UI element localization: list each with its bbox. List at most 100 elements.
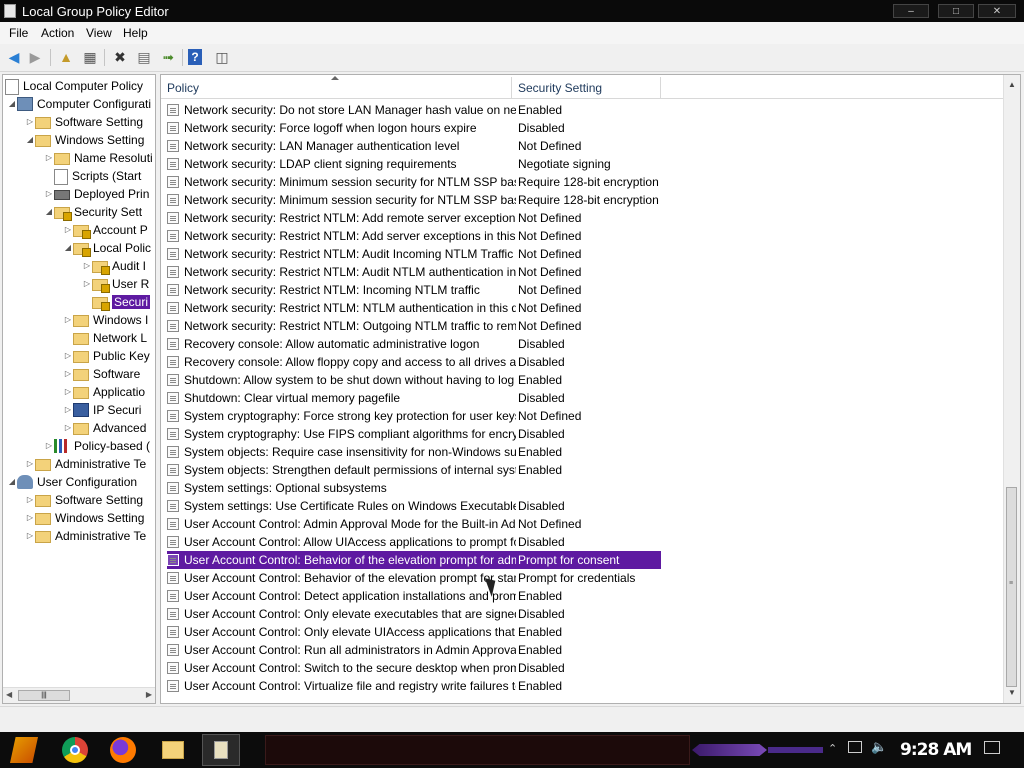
expand-arrow-icon[interactable]: ▷ [63,311,73,329]
expand-arrow-icon[interactable]: ▷ [63,347,73,365]
collapse-arrow-icon[interactable]: ◢ [63,239,73,257]
tree-item-security-settings[interactable]: ◢ Security Sett [44,203,142,221]
expand-arrow-icon[interactable]: ▷ [82,257,92,275]
volume-icon[interactable]: 🔈 [871,739,887,755]
file-explorer-icon[interactable] [162,741,184,759]
forward-icon[interactable]: ▶ [25,48,45,66]
action-center-icon[interactable] [984,741,1000,754]
tree-item-computer-configuration[interactable]: ◢ Computer Configurati [7,95,151,113]
policy-name: Network security: Minimum session securi… [184,175,516,189]
policy-row-selected[interactable]: User Account Control: Behavior of the el… [167,551,661,569]
tree-item-software-restriction[interactable]: ▷ Software [63,365,140,383]
tree-item-ip-security[interactable]: ▷ IP Securi [63,401,141,419]
tree-item-application-control[interactable]: ▷ Applicatio [63,383,145,401]
maximize-button[interactable]: □ [938,4,974,18]
tree-item-scripts[interactable]: Scripts (Start [44,167,141,185]
policy-setting-icon [167,194,179,206]
tree-item-audit-policy[interactable]: ▷ Audit I [82,257,146,275]
policy-setting-value: Enabled [518,445,563,459]
expand-arrow-icon[interactable]: ▷ [44,185,54,203]
expand-arrow-icon[interactable]: ▷ [25,527,35,545]
expand-arrow-icon[interactable]: ▷ [25,509,35,527]
tree-item-user-windows-settings[interactable]: ▷ Windows Setting [25,509,144,527]
start-icon[interactable] [10,737,38,763]
properties-icon[interactable]: ▤ [134,48,154,66]
export-list-icon[interactable]: ➟ [158,48,178,66]
show-hide-tree-icon[interactable]: ▦ [80,48,100,66]
tree-item-user-rights-assignment[interactable]: ▷ User R [82,275,149,293]
menu-help[interactable]: Help [123,26,148,40]
menu-view[interactable]: View [86,26,112,40]
menu-action[interactable]: Action [41,26,74,40]
expand-arrow-icon[interactable]: ▷ [82,275,92,293]
tree-item-deployed-printers[interactable]: ▷ Deployed Prin [44,185,149,203]
tree-item-local-computer-policy[interactable]: Local Computer Policy [5,77,143,95]
tree-item-windows-firewall[interactable]: ▷ Windows I [63,311,148,329]
collapse-arrow-icon[interactable]: ◢ [25,131,35,149]
policy-name: System cryptography: Force strong key pr… [184,409,516,423]
collapse-arrow-icon[interactable]: ◢ [7,95,17,113]
expand-arrow-icon[interactable]: ▷ [44,149,54,167]
expand-arrow-icon[interactable]: ▷ [63,383,73,401]
tree-item-user-configuration[interactable]: ◢ User Configuration [7,473,137,491]
folder-icon [35,531,51,543]
policy-setting-icon [167,572,179,584]
expand-arrow-icon[interactable]: ▷ [25,455,35,473]
scroll-up-icon[interactable]: ▲ [1004,77,1020,93]
folder-icon [73,369,89,381]
policy-setting-icon [167,212,179,224]
list-vertical-scrollbar[interactable]: ▲ ≡ ▼ [1003,75,1020,703]
chrome-icon[interactable] [62,737,88,763]
policy-name: Network security: Force logoff when logo… [184,121,477,135]
folder-icon [73,333,89,345]
expand-arrow-icon[interactable]: ▷ [63,419,73,437]
scroll-thumb[interactable] [1006,487,1017,687]
menu-file[interactable]: File [9,26,28,40]
back-icon[interactable]: ◀ [4,48,24,66]
tree-item-policy-based-qos[interactable]: ▷ Policy-based ( [44,437,150,455]
tree-item-local-policies[interactable]: ◢ Local Polic [63,239,151,257]
policy-setting-value: Not Defined [518,319,582,333]
collapse-arrow-icon[interactable]: ◢ [7,473,17,491]
tree-item-advanced-audit[interactable]: ▷ Advanced [63,419,146,437]
close-button[interactable]: ✕ [978,4,1016,18]
tree-item-user-software-settings[interactable]: ▷ Software Setting [25,491,143,509]
delete-icon[interactable]: ✖ [110,48,130,66]
expand-arrow-icon[interactable]: ▷ [25,113,35,131]
tree-item-name-resolution[interactable]: ▷ Name Resoluti [44,149,153,167]
toolbar-separator [104,49,105,66]
scroll-thumb[interactable]: ||| [18,690,70,701]
show-console-icon[interactable]: ◫ [212,48,232,66]
group-policy-taskbar-button[interactable] [202,734,240,766]
show-hidden-icons[interactable]: ⌃ [828,742,837,755]
tree-item-account-policies[interactable]: ▷ Account P [63,221,148,239]
firefox-icon[interactable] [110,737,136,763]
collapse-arrow-icon[interactable]: ◢ [44,203,54,221]
tree-item-windows-settings[interactable]: ◢ Windows Setting [25,131,144,149]
tree-item-network-list[interactable]: Network L [63,329,147,347]
scroll-right-icon[interactable]: ▶ [146,690,152,699]
policy-name: System cryptography: Use FIPS compliant … [184,427,516,441]
tree-item-security-options[interactable]: Securi [82,293,151,311]
minimize-button[interactable]: – [893,4,929,18]
expand-arrow-icon[interactable]: ▷ [63,401,73,419]
network-icon[interactable] [848,741,862,753]
policy-setting-icon [167,248,179,260]
scroll-left-icon[interactable]: ◀ [6,690,12,699]
tree-horizontal-scrollbar[interactable]: ◀ ||| ▶ [3,687,155,703]
scroll-down-icon[interactable]: ▼ [1004,685,1020,701]
expand-arrow-icon[interactable]: ▷ [44,437,54,455]
up-folder-icon[interactable]: ▲ [56,48,76,66]
expand-arrow-icon[interactable]: ▷ [25,491,35,509]
expand-arrow-icon[interactable]: ▷ [63,365,73,383]
tree-item-user-administrative-templates[interactable]: ▷ Administrative Te [25,527,146,545]
column-header-policy[interactable]: Policy [161,76,512,99]
help-icon[interactable]: ? [188,49,202,65]
tree-item-software-settings[interactable]: ▷ Software Setting [25,113,143,131]
taskbar-clock[interactable]: 9:28 AM [900,740,972,760]
expand-arrow-icon[interactable]: ▷ [63,221,73,239]
column-header-security-setting[interactable]: Security Setting [512,77,661,99]
policy-setting-value: Enabled [518,625,563,639]
tree-item-public-key[interactable]: ▷ Public Key [63,347,150,365]
tree-item-administrative-templates[interactable]: ▷ Administrative Te [25,455,146,473]
